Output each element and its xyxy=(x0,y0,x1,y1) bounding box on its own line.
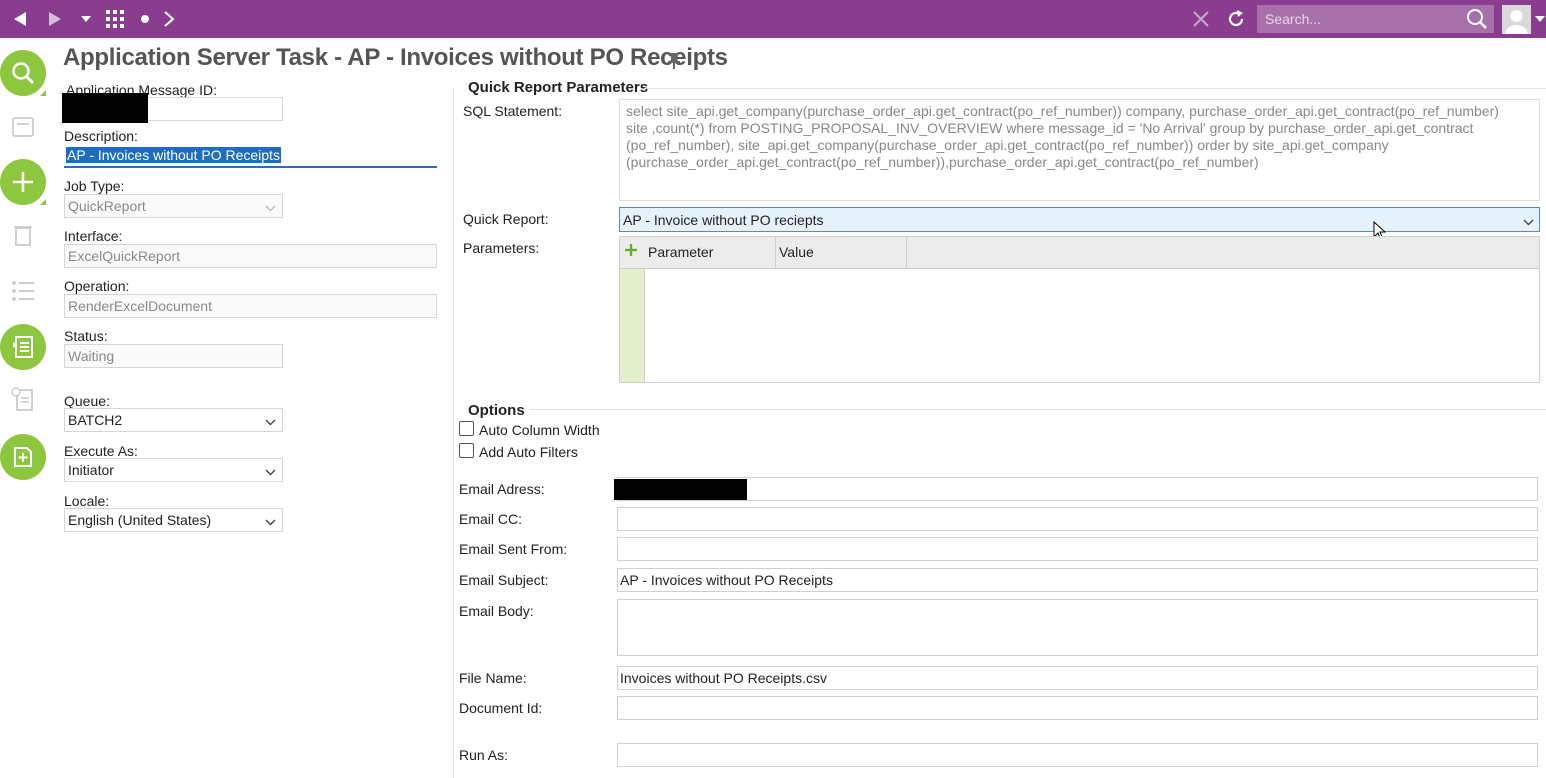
close-icon[interactable] xyxy=(1190,0,1212,38)
parameters-label: Parameters: xyxy=(463,240,540,256)
run-as-field[interactable] xyxy=(617,743,1538,767)
execute-as-value: Initiator xyxy=(68,462,114,478)
locale-value: English (United States) xyxy=(68,512,212,528)
search-icon[interactable] xyxy=(1466,8,1488,33)
job-type-select[interactable]: QuickReport xyxy=(64,194,283,218)
auto-column-width-label: Auto Column Width xyxy=(479,422,600,438)
dropdown-icon[interactable] xyxy=(78,0,94,38)
document-id-label: Document Id: xyxy=(459,700,543,716)
status-label: Status: xyxy=(64,328,108,344)
chevron-right-icon[interactable] xyxy=(160,0,178,38)
column-header-parameter[interactable]: Parameter xyxy=(645,237,776,269)
quick-report-value: AP - Invoice without PO reciepts xyxy=(623,212,824,228)
operation-label: Operation: xyxy=(64,278,130,294)
user-menu-dropdown-icon[interactable] xyxy=(1534,0,1546,38)
grid-row-gutter xyxy=(620,269,645,382)
description-value: AP - Invoices without PO Receipts xyxy=(66,147,281,163)
email-body-field[interactable] xyxy=(617,599,1538,656)
options-section-title: Options xyxy=(468,402,525,419)
email-sent-from-field[interactable] xyxy=(617,537,1538,561)
job-type-value: QuickReport xyxy=(68,198,146,214)
apps-grid-icon[interactable] xyxy=(104,0,126,38)
quick-report-label: Quick Report: xyxy=(463,211,549,227)
add-row-icon[interactable] xyxy=(623,242,639,261)
file-name-label: File Name: xyxy=(459,670,527,686)
quick-report-section-title: Quick Report Parameters xyxy=(468,79,649,96)
description-label: Description: xyxy=(64,128,138,144)
delete-icon xyxy=(10,222,36,248)
interface-field: ExcelQuickReport xyxy=(64,244,437,268)
email-address-field[interactable] xyxy=(617,477,1538,501)
queue-value: BATCH2 xyxy=(68,412,123,428)
add-auto-filters-checkbox[interactable] xyxy=(459,443,474,458)
forward-arrow-icon[interactable] xyxy=(44,0,66,38)
top-navigation-bar xyxy=(0,0,1546,38)
list-icon[interactable] xyxy=(0,324,46,370)
email-subject-field[interactable]: AP - Invoices without PO Receipts xyxy=(617,568,1538,592)
interface-label: Interface: xyxy=(64,228,123,244)
document-id-field[interactable] xyxy=(617,696,1538,720)
email-address-label: Email Adress: xyxy=(459,481,545,497)
redacted-value xyxy=(614,479,747,500)
menu-corner-indicator xyxy=(40,199,46,205)
chevron-down-icon xyxy=(1523,213,1534,229)
locale-select[interactable]: English (United States) xyxy=(64,508,283,532)
operation-field: RenderExcelDocument xyxy=(64,294,437,318)
queue-select[interactable]: BATCH2 xyxy=(64,408,283,432)
user-avatar-icon[interactable] xyxy=(1502,5,1531,34)
locale-label: Locale: xyxy=(64,493,110,509)
execute-as-label: Execute As: xyxy=(64,443,138,459)
bullet-list-icon xyxy=(10,278,36,304)
search-input[interactable] xyxy=(1257,5,1462,33)
chevron-down-icon xyxy=(265,199,276,215)
queue-label: Queue: xyxy=(64,393,110,409)
chevron-down-icon xyxy=(265,463,276,479)
section-divider xyxy=(644,88,1546,89)
sql-line: select site_api.get_company(purchase_ord… xyxy=(626,103,1499,119)
new-document-icon[interactable] xyxy=(0,434,46,480)
section-divider xyxy=(453,88,454,778)
left-sidebar xyxy=(0,38,50,778)
pin-icon[interactable] xyxy=(667,52,681,73)
email-body-label: Email Body: xyxy=(459,603,534,619)
job-type-label: Job Type: xyxy=(64,178,125,194)
sql-statement-label: SQL Statement: xyxy=(463,103,563,119)
auto-column-width-checkbox[interactable] xyxy=(459,421,474,436)
column-header-value[interactable]: Value xyxy=(776,237,907,269)
chevron-down-icon xyxy=(265,513,276,529)
grid-header: Parameter Value xyxy=(620,237,1539,269)
sql-statement-field[interactable]: select site_api.get_company(purchase_ord… xyxy=(619,99,1540,201)
email-cc-field[interactable] xyxy=(617,507,1538,531)
add-auto-filters-label: Add Auto Filters xyxy=(479,444,578,460)
info-document-icon xyxy=(10,386,36,412)
menu-corner-indicator xyxy=(40,90,46,96)
file-name-field[interactable]: Invoices without PO Receipts.csv xyxy=(617,666,1538,690)
dot-icon[interactable] xyxy=(138,0,152,38)
redacted-value xyxy=(62,93,148,123)
status-field: Waiting xyxy=(64,344,283,368)
refresh-icon[interactable] xyxy=(1224,0,1248,38)
description-field[interactable]: AP - Invoices without PO Receipts xyxy=(64,144,437,168)
sql-line: (po_ref_number), site_api.get_company(pu… xyxy=(626,137,1389,153)
chevron-down-icon xyxy=(265,413,276,429)
email-sent-from-label: Email Sent From: xyxy=(459,541,568,557)
email-subject-label: Email Subject: xyxy=(459,572,549,588)
parameters-grid[interactable]: Parameter Value xyxy=(619,236,1540,383)
back-arrow-icon[interactable] xyxy=(8,0,32,38)
search-box[interactable] xyxy=(1257,5,1494,33)
sql-line: (purchase_order_api.get_contract(po_ref_… xyxy=(626,154,1259,170)
execute-as-select[interactable]: Initiator xyxy=(64,458,283,482)
section-divider xyxy=(530,409,1546,410)
save-icon xyxy=(10,114,36,140)
email-cc-label: Email CC: xyxy=(459,511,523,527)
run-as-label: Run As: xyxy=(459,747,509,763)
quick-report-select[interactable]: AP - Invoice without PO reciepts xyxy=(619,207,1540,232)
page-title: Application Server Task - AP - Invoices … xyxy=(63,44,728,71)
sql-line: site ,count(*) from POSTING_PROPOSAL_INV… xyxy=(626,120,1474,136)
